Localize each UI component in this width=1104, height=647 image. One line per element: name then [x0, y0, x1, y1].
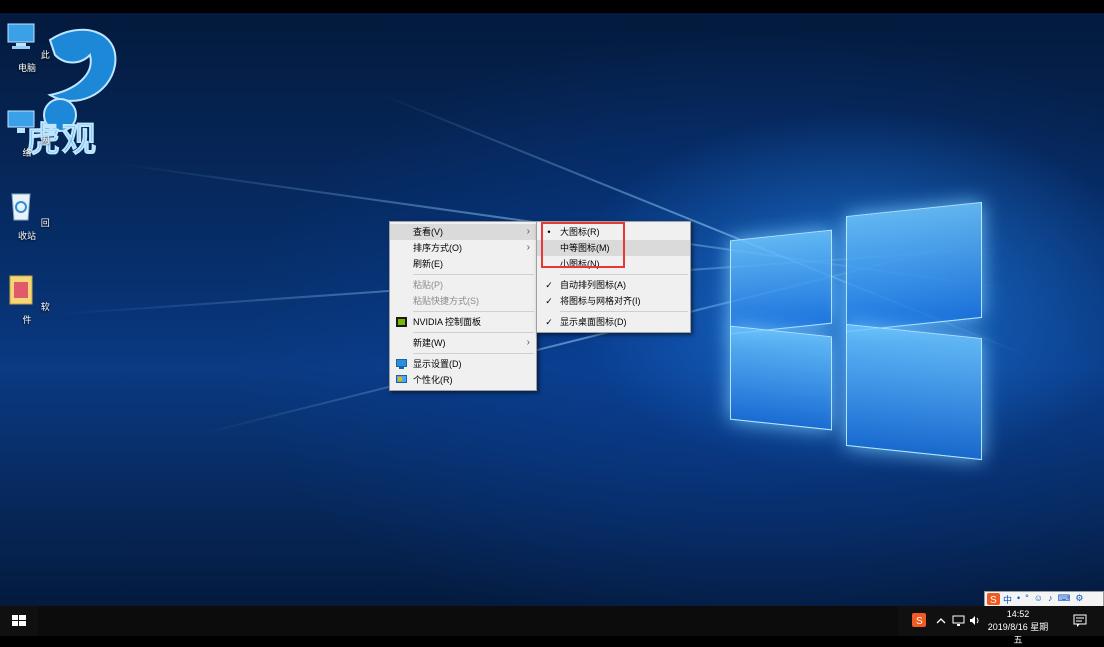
submenu-item-show-desktop-icons[interactable]: ✓ 显示桌面图标(D): [537, 314, 690, 330]
menu-item-label: NVIDIA 控制面板: [413, 317, 482, 327]
nvidia-icon: [396, 317, 407, 327]
clock-time: 14:52: [1006, 609, 1030, 619]
taskbar-empty-area[interactable]: [38, 606, 898, 636]
menu-item-sort-by[interactable]: 排序方式(O) ›: [390, 240, 536, 256]
computer-icon: [7, 23, 35, 49]
windows-logo-pane: [730, 325, 832, 431]
menu-separator: [413, 332, 534, 333]
svg-text:S: S: [916, 616, 923, 627]
menu-item-label: 粘贴快捷方式(S): [413, 296, 479, 306]
menu-item-refresh[interactable]: 刷新(E): [390, 256, 536, 272]
windows-logo-pane: [846, 323, 982, 461]
highlight-annotation-box: [541, 222, 625, 268]
menu-item-label: 将图标与网格对齐(I): [560, 296, 641, 306]
menu-item-paste[interactable]: 粘贴(P): [390, 277, 536, 293]
submenu-item-align-to-grid[interactable]: ✓ 将图标与网格对齐(I): [537, 293, 690, 309]
windows-logo-pane: [846, 201, 982, 333]
menu-item-display-settings[interactable]: 显示设置(D): [390, 356, 536, 372]
menu-item-label: 显示设置(D): [413, 359, 462, 369]
volume-icon[interactable]: [968, 614, 981, 627]
display-icon: [396, 359, 407, 369]
chevron-right-icon: ›: [526, 337, 530, 348]
desktop-context-menu: 查看(V) › 排序方式(O) › 刷新(E) 粘贴(P) 粘贴快捷方式(S) …: [389, 221, 537, 391]
desktop-icon-this-pc[interactable]: 此电脑: [0, 20, 54, 74]
check-icon: ✓: [545, 296, 553, 306]
menu-item-new[interactable]: 新建(W) ›: [390, 335, 536, 351]
check-icon: ✓: [545, 317, 553, 327]
check-icon: ✓: [545, 280, 553, 290]
menu-item-label: 显示桌面图标(D): [560, 317, 627, 327]
menu-item-personalize[interactable]: 个性化(R): [390, 372, 536, 388]
taskbar-clock[interactable]: 14:52 2019/8/16 星期五: [986, 608, 1050, 647]
ime-tool-icons[interactable]: •°☺♪⌨⚙: [1017, 593, 1089, 604]
menu-item-view[interactable]: 查看(V) ›: [390, 224, 536, 240]
menu-item-label: 刷新(E): [413, 259, 443, 269]
desktop-icon-network[interactable]: 网络: [0, 105, 54, 159]
menu-item-label: 新建(W): [413, 338, 446, 348]
sogou-ime-icon: S: [987, 593, 1000, 605]
chevron-right-icon: ›: [526, 226, 530, 237]
clock-date: 2019/8/16 星期五: [987, 622, 1049, 645]
recycle-bin-icon: [11, 193, 31, 221]
notification-icon[interactable]: [1073, 614, 1087, 628]
menu-item-label: 粘贴(P): [413, 280, 443, 290]
windows-logo-pane: [730, 229, 832, 335]
menu-item-label: 个性化(R): [413, 375, 453, 385]
network-icon: [7, 110, 35, 133]
desktop-icon-software-folder[interactable]: 软件: [0, 272, 54, 326]
chevron-right-icon: ›: [526, 242, 530, 253]
menu-separator: [560, 311, 688, 312]
chevron-up-icon[interactable]: [935, 615, 947, 627]
ime-mode-label[interactable]: 中: [1003, 593, 1012, 606]
network-icon[interactable]: [952, 614, 965, 627]
windows-start-icon[interactable]: [0, 606, 38, 636]
menu-separator: [413, 274, 534, 275]
desktop-icon-recycle-bin[interactable]: 回收站: [0, 188, 54, 242]
menu-item-paste-shortcut[interactable]: 粘贴快捷方式(S): [390, 293, 536, 309]
svg-text:S: S: [990, 595, 997, 605]
top-black-bar: [0, 0, 1104, 13]
menu-separator: [413, 353, 534, 354]
menu-separator: [413, 311, 534, 312]
submenu-item-auto-arrange[interactable]: ✓ 自动排列图标(A): [537, 277, 690, 293]
menu-item-label: 查看(V): [413, 227, 443, 237]
menu-item-nvidia-control-panel[interactable]: NVIDIA 控制面板: [390, 314, 536, 330]
personalize-icon: [396, 375, 407, 383]
menu-separator: [560, 274, 688, 275]
folder-icon: [9, 275, 33, 305]
sogou-ime-icon[interactable]: S: [912, 613, 926, 627]
menu-item-label: 自动排列图标(A): [560, 280, 626, 290]
menu-item-label: 排序方式(O): [413, 243, 462, 253]
taskbar: S 14:52 2019/8/16 星期五: [0, 606, 1104, 645]
